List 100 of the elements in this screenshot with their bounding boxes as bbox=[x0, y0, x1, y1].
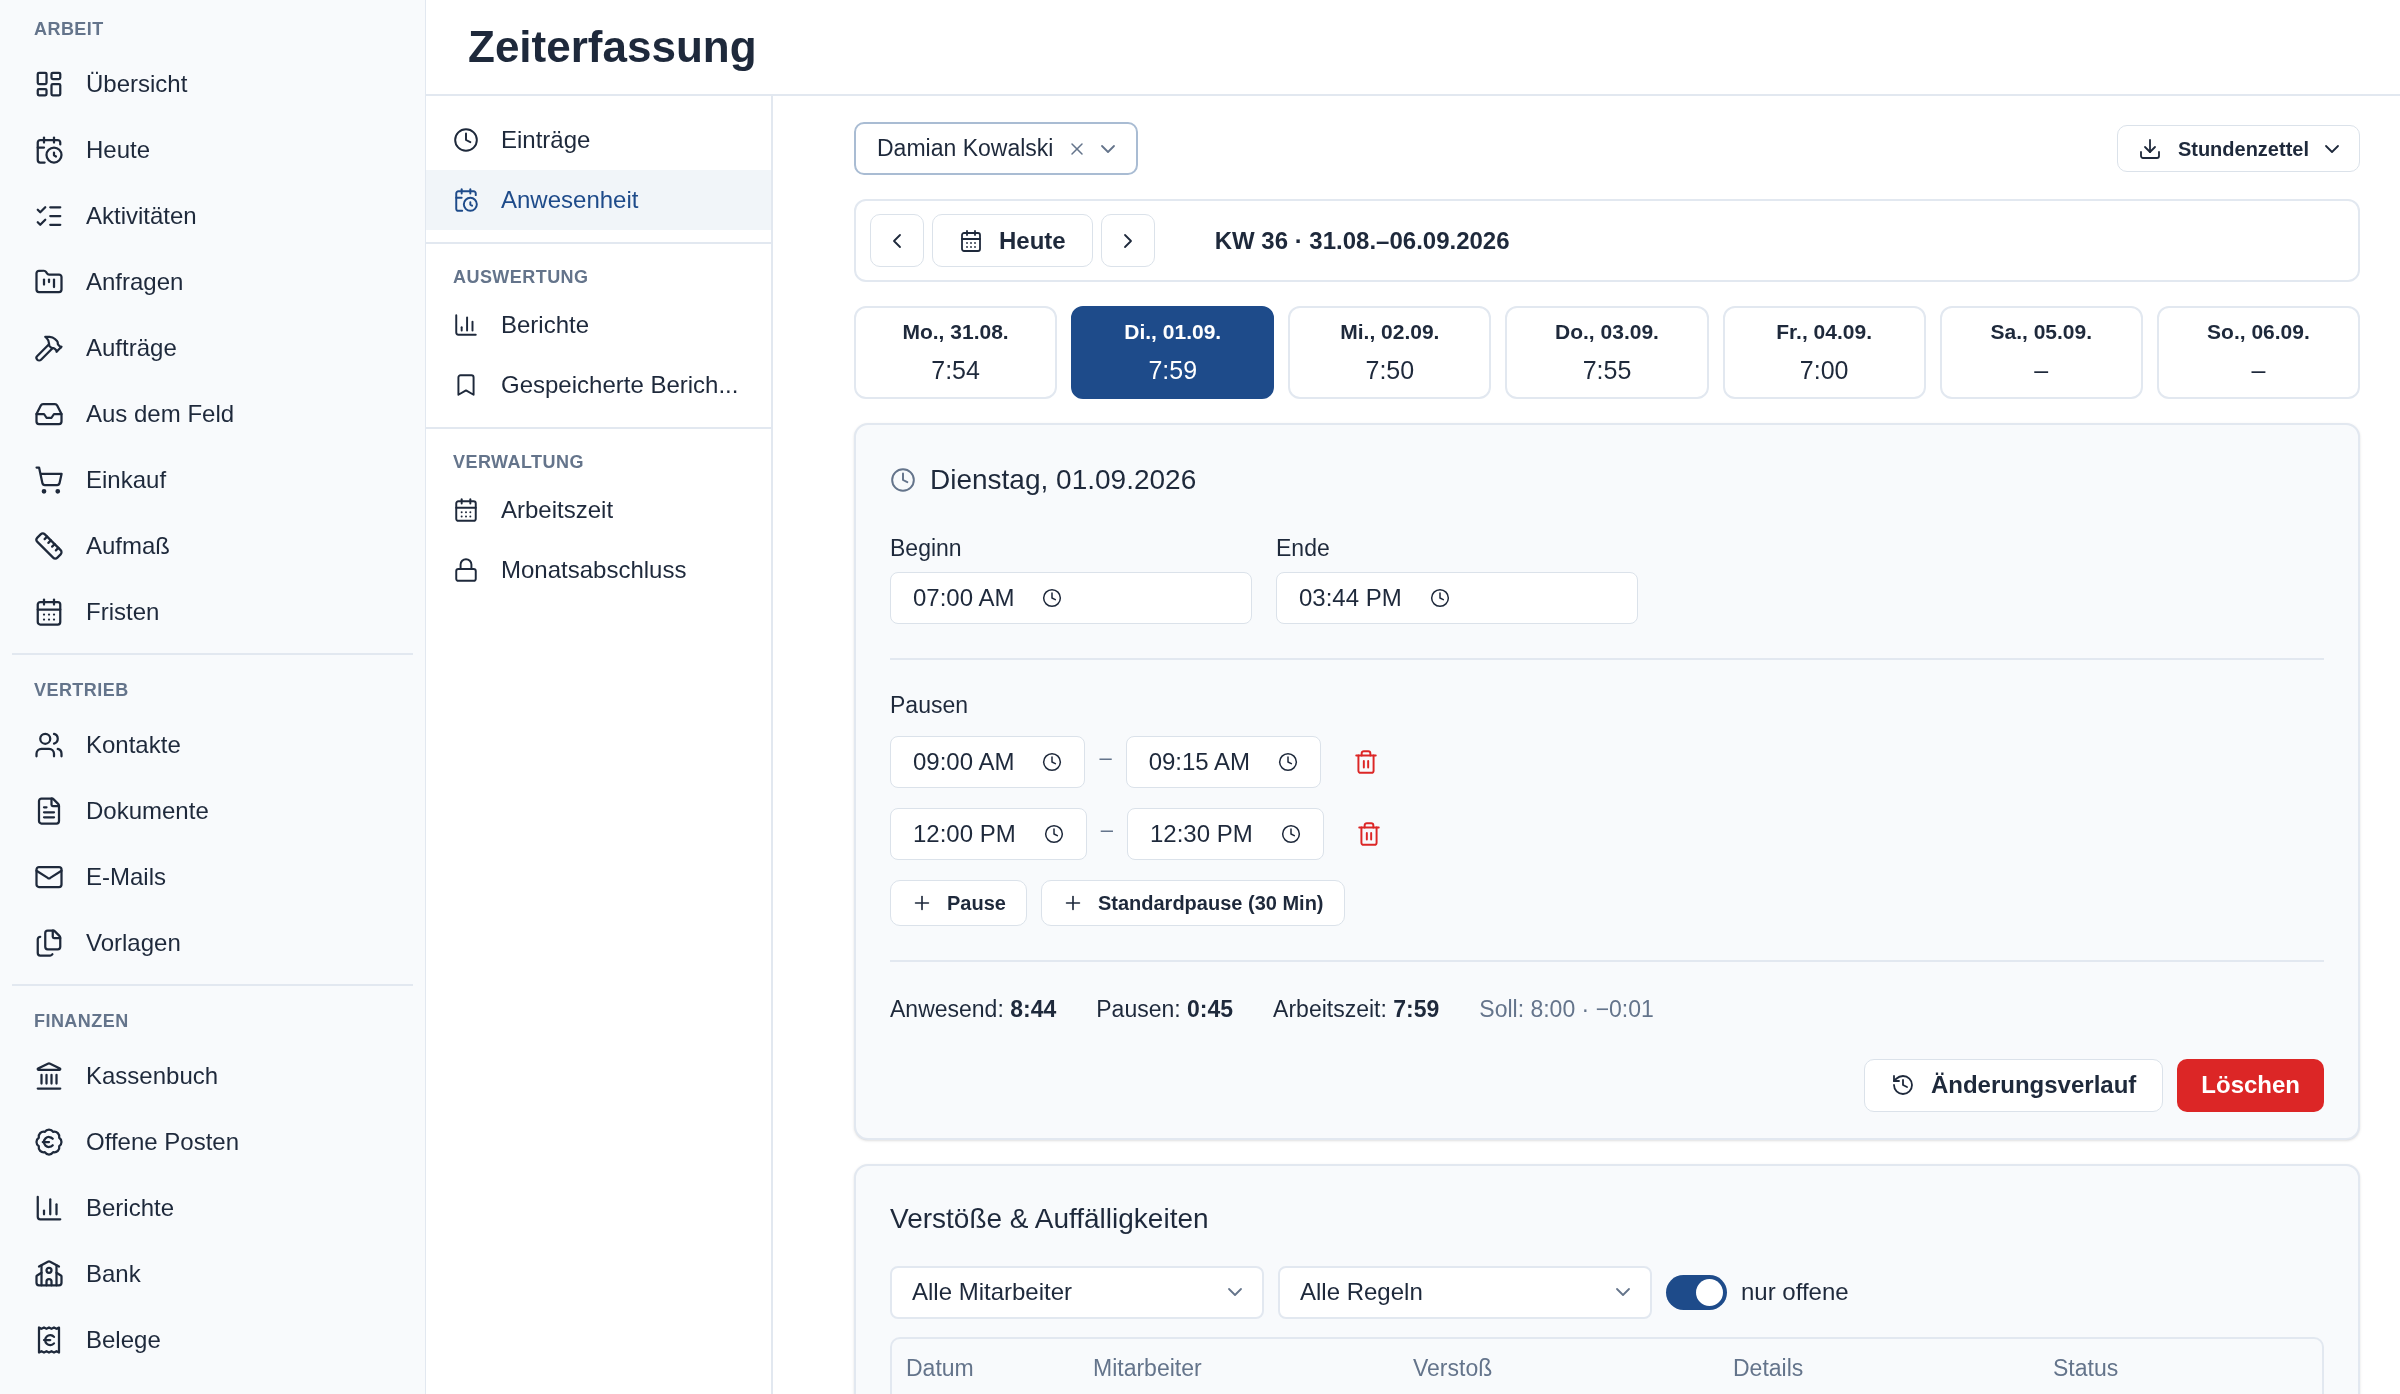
column-header: Verstoß bbox=[1413, 1353, 1494, 1383]
sidebar-item[interactable]: Aktivitäten bbox=[12, 183, 413, 249]
calendar-icon bbox=[34, 597, 64, 627]
hammer-icon bbox=[34, 333, 64, 363]
column-header: Status bbox=[2053, 1353, 2119, 1383]
subnav-item[interactable]: Berichte bbox=[426, 295, 771, 355]
week-label: KW 36 · 31.08.–06.09.2026 bbox=[1214, 225, 1510, 256]
summary-value: Anwesend: 8:44 bbox=[890, 995, 1057, 1024]
history-icon bbox=[1890, 1073, 1915, 1097]
subnav-item[interactable]: Monatsabschluss bbox=[426, 540, 771, 600]
history-button[interactable]: Änderungsverlauf bbox=[1863, 1058, 2164, 1112]
subnav-item[interactable]: Anwesenheit bbox=[426, 170, 771, 230]
field-label: Beginn bbox=[890, 534, 963, 563]
sidebar-item[interactable]: Aufträge bbox=[12, 315, 413, 381]
clock-icon bbox=[1042, 587, 1063, 608]
timesheet-button[interactable]: Stundenzettel bbox=[2116, 125, 2360, 172]
sidebar-item[interactable]: Bank bbox=[12, 1241, 413, 1307]
sidebar-item[interactable]: Aus dem Feld bbox=[12, 381, 413, 447]
today-button[interactable]: Heute bbox=[932, 214, 1093, 267]
sidebar-item[interactable]: Einkauf bbox=[12, 447, 413, 513]
trash-icon[interactable] bbox=[1353, 749, 1380, 775]
day-tab[interactable]: Do., 03.09. 7:55 bbox=[1505, 306, 1709, 399]
toggle-switch[interactable] bbox=[1666, 1274, 1727, 1310]
clock-icon bbox=[1278, 752, 1299, 772]
delete-button[interactable]: Löschen bbox=[2177, 1058, 2324, 1112]
bar-chart-icon bbox=[34, 1193, 64, 1223]
sidebar-item[interactable]: Kontakte bbox=[12, 712, 413, 778]
summary-value: Arbeitszeit: 7:59 bbox=[1273, 995, 1440, 1024]
subnav-item[interactable]: Einträge bbox=[426, 110, 771, 170]
toggle-label: nur offene bbox=[1741, 1277, 1849, 1307]
filter-select[interactable]: Alle Regeln bbox=[1278, 1265, 1652, 1319]
time-field[interactable]: 03:44 PM bbox=[1276, 571, 1638, 624]
grid-icon bbox=[34, 69, 64, 99]
add-break-button[interactable]: Pause bbox=[890, 880, 1027, 926]
add-break-button[interactable]: Standardpause (30 Min) bbox=[1040, 880, 1345, 926]
sidebar-item[interactable]: E-Mails bbox=[12, 844, 413, 910]
range-dash: – bbox=[1099, 743, 1112, 772]
section-heading: VERTRIEB bbox=[33, 679, 130, 702]
subnav-item[interactable]: Arbeitszeit bbox=[426, 480, 771, 540]
files-icon bbox=[34, 928, 64, 958]
chevron-left-icon bbox=[893, 233, 901, 248]
day-title: Dienstag, 01.09.2026 bbox=[930, 463, 1197, 497]
column-header: Datum bbox=[906, 1353, 975, 1383]
summary-value: Pausen: 0:45 bbox=[1096, 995, 1234, 1024]
time-field[interactable]: 12:30 PM bbox=[1127, 808, 1324, 860]
day-tab[interactable]: So., 06.09. – bbox=[2156, 306, 2360, 399]
building-icon bbox=[34, 1259, 64, 1289]
page-title: Zeiterfassung bbox=[468, 21, 757, 73]
calendar-icon bbox=[453, 497, 479, 523]
cart-icon bbox=[34, 465, 64, 495]
chevron-down-icon bbox=[2325, 144, 2339, 153]
filter-select[interactable]: Alle Mitarbeiter bbox=[890, 1265, 1264, 1319]
clock-icon bbox=[890, 467, 916, 493]
users-icon bbox=[34, 730, 64, 760]
section-title: Verstöße & Auffälligkeiten bbox=[890, 1201, 1210, 1236]
sidebar-item[interactable]: Vorlagen bbox=[12, 910, 413, 976]
lock-icon bbox=[453, 557, 479, 583]
calendar-icon bbox=[959, 228, 983, 253]
section-heading: FINANZEN bbox=[33, 1010, 130, 1033]
employee-name: Damian Kowalski bbox=[877, 134, 1054, 164]
time-field[interactable]: 07:00 AM bbox=[890, 571, 1252, 624]
sidebar-item[interactable]: Fristen bbox=[12, 579, 413, 645]
employee-filter[interactable]: Damian Kowalski bbox=[854, 122, 1139, 175]
day-tab[interactable]: Di., 01.09. 7:59 bbox=[1071, 306, 1275, 399]
euro-badge-icon bbox=[34, 1127, 64, 1157]
clock-icon bbox=[1429, 587, 1450, 608]
section-heading: AUSWERTUNG bbox=[452, 266, 590, 289]
sidebar-item[interactable]: Offene Posten bbox=[12, 1109, 413, 1175]
ruler-icon bbox=[34, 531, 64, 561]
time-field[interactable]: 09:15 AM bbox=[1125, 736, 1322, 788]
day-tab[interactable]: Mi., 02.09. 7:50 bbox=[1288, 306, 1492, 399]
bar-chart-icon bbox=[453, 312, 479, 338]
field-label: Ende bbox=[1276, 534, 1331, 563]
sidebar-item[interactable]: Heute bbox=[12, 117, 413, 183]
chevron-down-icon bbox=[1228, 1288, 1242, 1296]
trash-icon[interactable] bbox=[1355, 821, 1382, 847]
calendar-clock-icon bbox=[34, 135, 64, 165]
clock-icon bbox=[453, 127, 479, 153]
sidebar-item[interactable]: Übersicht bbox=[12, 51, 413, 117]
chevron-right-icon bbox=[1123, 233, 1132, 248]
download-icon bbox=[2137, 136, 2162, 161]
target-time: Soll: 8:00 · −0:01 bbox=[1479, 995, 1654, 1024]
sidebar-item[interactable]: Aufmaß bbox=[12, 513, 413, 579]
breaks-label: Pausen bbox=[890, 690, 969, 720]
sidebar-item[interactable]: Berichte bbox=[12, 1175, 413, 1241]
clock-icon bbox=[1043, 824, 1064, 844]
day-tab[interactable]: Mo., 31.08. 7:54 bbox=[854, 306, 1058, 399]
day-tab[interactable]: Fr., 04.09. 7:00 bbox=[1722, 306, 1926, 399]
sidebar-item[interactable]: Anfragen bbox=[12, 249, 413, 315]
column-header: Mitarbeiter bbox=[1093, 1353, 1203, 1383]
bank-building-icon bbox=[34, 1061, 64, 1091]
time-field[interactable]: 09:00 AM bbox=[890, 736, 1086, 788]
day-tab[interactable]: Sa., 05.09. – bbox=[1939, 306, 2143, 399]
sidebar-item[interactable]: Belege bbox=[12, 1307, 413, 1373]
subnav-item[interactable]: Gespeicherte Berich... bbox=[426, 355, 771, 415]
sidebar-item[interactable]: Dokumente bbox=[12, 778, 413, 844]
time-field[interactable]: 12:00 PM bbox=[890, 808, 1087, 860]
sidebar-item[interactable]: Kassenbuch bbox=[12, 1043, 413, 1109]
column-header: Details bbox=[1733, 1353, 1805, 1383]
range-dash: – bbox=[1100, 815, 1113, 844]
